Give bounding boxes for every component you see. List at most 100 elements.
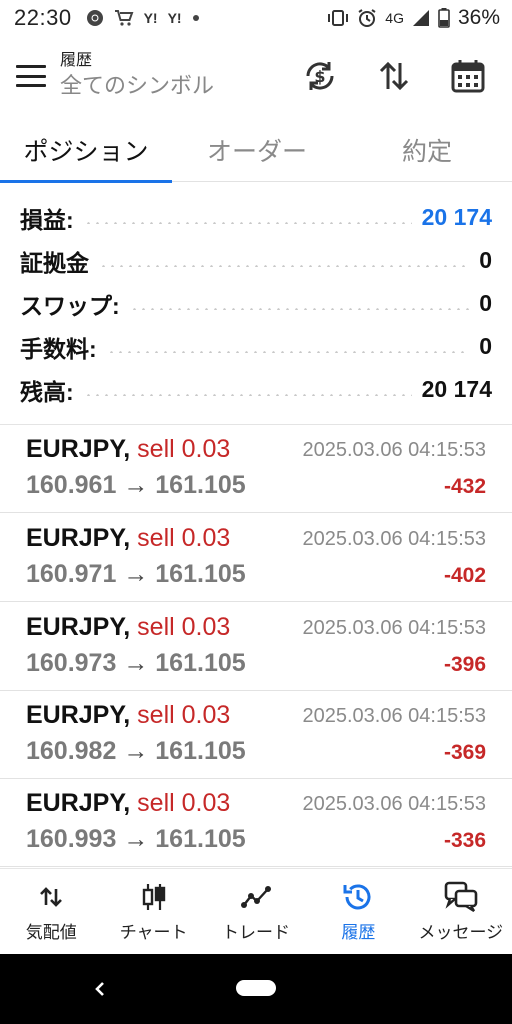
title-block[interactable]: 履歴 全てのシンボル [60,51,214,101]
app-bar: 履歴 全てのシンボル $ [0,36,512,116]
dotted-leader [83,221,412,224]
history-icon [342,880,374,914]
back-icon[interactable] [88,974,112,1004]
trade-row[interactable]: EURJPY, sell 0.03 160.971 → 161.105 2025… [0,514,512,602]
summary-row-margin: 証拠金 0 [0,239,512,282]
dotted-leader [83,393,412,396]
messages-icon [444,880,478,914]
nav-label: 気配値 [25,923,77,942]
close-price: 161.105 [155,560,246,588]
sort-icon[interactable] [372,54,416,98]
bottom-navigation: 気配値 チャート トレード 履歴 メッセージ [0,868,512,954]
trade-row[interactable]: EURJPY, sell 0.03 160.973 → 161.105 2025… [0,603,512,691]
tab-bar: ポジション オーダー 約定 [0,118,512,183]
summary-panel: 損益: 20 174 証拠金 0 スワップ: 0 手数料: 0 残高: 20 1… [0,196,512,411]
summary-row-profit: 損益: 20 174 [0,196,512,239]
summary-value: 0 [479,290,492,316]
trade-row[interactable]: EURJPY, sell 0.03 160.982 → 161.105 2025… [0,691,512,779]
nav-chart[interactable]: チャート [102,869,204,954]
trade-side: sell 0.03 [137,701,231,729]
trade-side: sell 0.03 [137,524,231,552]
dotted-leader [99,264,470,267]
trade-time: 2025.03.06 04:15:53 [302,439,486,461]
trade-side: sell 0.03 [137,789,231,817]
nav-label: チャート [119,923,188,942]
summary-value: 20 174 [421,376,492,402]
nav-quotes[interactable]: 気配値 [0,869,102,954]
summary-value: 0 [479,247,492,273]
trade-side: sell 0.03 [137,613,231,641]
nav-label: 履歴 [341,923,376,942]
arrow-right-icon: → [123,471,149,499]
notification-icons: Y! Y! [86,9,200,27]
tab-positions[interactable]: ポジション [0,118,172,183]
tab-deals[interactable]: 約定 [342,118,512,182]
yahoo-icon: Y! [143,10,158,26]
trade-symbol: EURJPY, [26,789,131,817]
summary-label: スワップ: [20,292,120,319]
nav-label: メッセージ [418,923,504,942]
candlestick-icon [140,880,168,914]
trade-profit: -336 [443,829,486,852]
arrow-right-icon: → [123,737,149,765]
tab-orders[interactable]: オーダー [172,118,342,182]
trade-profit: -369 [443,741,486,764]
nav-label: トレード [222,923,291,942]
battery-icon [438,8,450,28]
summary-row-swap: スワップ: 0 [0,282,512,325]
open-price: 160.993 [26,825,117,853]
currency-exchange-icon[interactable]: $ [298,54,342,98]
cart-icon [114,9,134,27]
yahoo-icon: Y! [167,10,182,26]
calendar-icon[interactable] [446,54,490,98]
page-title: 履歴 [60,52,93,69]
system-navigation-bar [0,954,512,1024]
open-price: 160.971 [26,560,117,588]
summary-value: 0 [479,333,492,359]
trade-profit: -432 [443,475,486,498]
open-price: 160.973 [26,649,117,677]
network-type: 4G [385,10,404,26]
signal-icon [412,9,430,27]
alarm-icon [357,8,377,28]
svg-text:$: $ [314,67,325,86]
trade-time: 2025.03.06 04:15:53 [302,793,486,815]
trade-time: 2025.03.06 04:15:53 [302,528,486,550]
summary-value: 20 174 [421,204,492,230]
trade-symbol: EURJPY, [26,435,131,463]
open-price: 160.982 [26,737,117,765]
nav-trade[interactable]: トレード [205,869,307,954]
chrome-icon [86,9,104,27]
status-time: 22:30 [14,5,72,30]
home-button[interactable] [236,980,276,996]
nav-messages[interactable]: メッセージ [410,869,512,954]
nav-history[interactable]: 履歴 [307,869,409,954]
close-price: 161.105 [155,737,246,765]
trade-profit: -402 [443,564,486,587]
dotted-leader [129,307,470,310]
battery-percent: 36% [457,6,500,29]
arrow-right-icon: → [123,825,149,853]
trade-line-icon [240,880,272,914]
menu-icon[interactable] [16,65,46,87]
summary-label: 損益: [20,206,74,233]
summary-label: 手数料: [20,335,97,362]
status-bar: 22:30 Y! Y! 4G 36% [0,0,512,36]
dotted-leader [106,350,470,353]
trade-row[interactable]: EURJPY, sell 0.03 160.993 → 161.105 2025… [0,779,512,867]
trade-side: sell 0.03 [137,435,231,463]
trade-row[interactable]: EURJPY, sell 0.03 160.961 → 161.105 2025… [0,425,512,513]
trade-profit: -396 [443,653,486,676]
close-price: 161.105 [155,471,246,499]
vibrate-icon [327,9,349,27]
trade-time: 2025.03.06 04:15:53 [302,617,486,639]
summary-label: 証拠金 [20,249,89,276]
summary-row-balance: 残高: 20 174 [0,368,512,411]
symbol-filter[interactable]: 全てのシンボル [60,71,214,101]
dot-icon [192,14,200,22]
quotes-icon [38,880,64,914]
open-price: 160.961 [26,471,117,499]
arrow-right-icon: → [123,560,149,588]
trade-time: 2025.03.06 04:15:53 [302,705,486,727]
summary-label: 残高: [20,378,74,405]
